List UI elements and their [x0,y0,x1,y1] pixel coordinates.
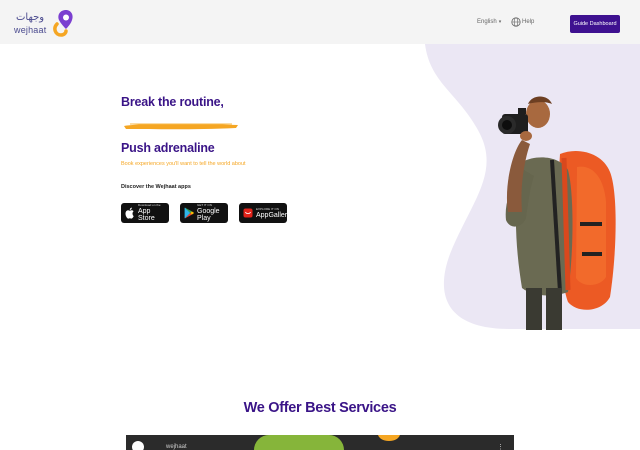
wejhaat-logo[interactable]: وجهات wejhaat [12,9,73,39]
app-store-small-text: Download on the [138,203,161,207]
video-thumbnail-accent [378,435,400,441]
more-options-icon[interactable]: ⋮ [497,443,504,450]
apple-icon [125,207,134,219]
services-video-player[interactable]: wejhaat ⋮ [126,435,514,450]
help-label: Help [522,19,535,25]
google-play-small-text: GET IT ON [197,203,212,207]
app-gallery-label: AppGallery [256,211,291,219]
app-gallery-button[interactable]: EXPLORE IT ON AppGallery [239,203,291,223]
discover-apps-label: Discover the Wejhaat apps [121,184,191,190]
app-store-button[interactable]: Download on the App Store [121,203,169,223]
services-section-title: We Offer Best Services [243,400,397,416]
video-thumbnail-shape [254,435,344,450]
chevron-down-icon: ▾ [498,19,502,25]
language-label: English [477,19,497,25]
brush-stroke-decoration [124,123,238,130]
top-header: وجهات wejhaat English ▾ Help Guide Dashbo… [0,0,640,44]
google-play-button[interactable]: GET IT ON Google Play [180,203,228,223]
hero-headline-1: Break the routine, [121,95,224,109]
video-title[interactable]: wejhaat [166,444,187,450]
photographer-image [498,96,616,330]
huawei-appgallery-icon [243,208,253,218]
hero-headline-2: Push adrenaline [121,141,215,155]
google-play-label: Google Play [197,208,220,222]
channel-avatar[interactable] [132,441,144,450]
location-pin-icon [53,10,73,37]
app-store-label: App Store [138,208,155,222]
logo-arabic-text: وجهات [16,12,45,23]
help-link[interactable]: Help [511,17,534,27]
google-play-icon [184,207,194,219]
app-gallery-small-text: EXPLORE IT ON [256,206,279,211]
language-selector[interactable]: English ▾ [477,19,501,25]
hero-subline: Book experiences you'll want to tell the… [121,161,246,167]
globe-icon [511,17,521,27]
guide-dashboard-button[interactable]: Guide Dashboard [570,15,620,33]
logo-english-text: wejhaat [14,25,47,35]
